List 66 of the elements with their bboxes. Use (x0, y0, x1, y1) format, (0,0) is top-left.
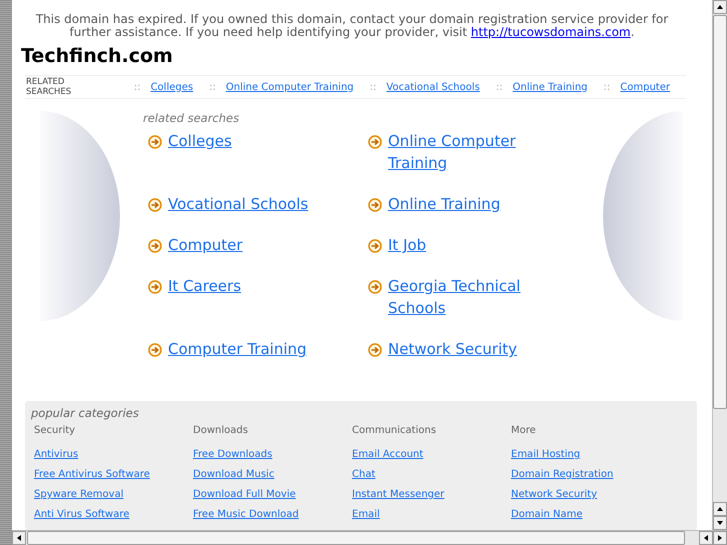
separator: :: (496, 82, 503, 92)
arrow-circle-icon (368, 280, 382, 294)
category-link[interactable]: Anti Virus Software (34, 505, 130, 525)
arrow-circle-icon (148, 239, 162, 253)
scroll-button[interactable] (713, 0, 727, 14)
search-link[interactable]: Online Training (388, 193, 500, 215)
category-link[interactable]: Download Full Movie (193, 485, 296, 505)
arrow-icon (15, 534, 23, 542)
separator: :: (604, 82, 610, 92)
section-heading: popular categories (31, 406, 140, 420)
arrow-circle-icon (148, 343, 162, 357)
related-link[interactable]: Online Computer Training (226, 82, 354, 92)
search-link[interactable]: Computer (168, 234, 243, 256)
search-link[interactable]: Colleges (168, 130, 232, 152)
bar-label: RELATED SEARCHES (26, 77, 72, 97)
category-link[interactable]: Network Security (511, 485, 597, 505)
category-title: Communications (352, 425, 436, 437)
category-link[interactable]: Free Downloads (193, 445, 272, 465)
scroll-thumb[interactable] (713, 15, 727, 409)
search-link[interactable]: Computer Training (168, 338, 307, 360)
category-link[interactable]: Free Antivirus Software (34, 465, 150, 485)
scroll-button[interactable] (713, 502, 727, 516)
search-link[interactable]: Georgia Technical Schools (388, 275, 563, 319)
separator: :: (134, 82, 141, 92)
vertical-scrollbar[interactable] (712, 0, 727, 530)
search-link[interactable]: Network Security (388, 338, 517, 360)
expiry-notice: This domain has expired. If you owned this domain, contact your domain registration service provider for further assistance. If you need help identifying your provider, visit http://tucowsdomains.com. (34, 13, 670, 39)
category-link[interactable]: Email Hosting (511, 445, 580, 465)
arrow-icon (716, 3, 724, 11)
category-link[interactable]: Domain Registration (511, 465, 614, 485)
arrow-circle-icon (148, 280, 162, 294)
search-link[interactable]: It Careers (168, 275, 242, 297)
search-link[interactable]: Online Computer Training (388, 130, 563, 174)
arrow-circle-icon (368, 135, 382, 149)
arrow-circle-icon (368, 198, 382, 212)
category-link[interactable]: Email Account (352, 445, 424, 465)
separator: :: (370, 82, 376, 92)
related-link[interactable]: Online Training (512, 82, 588, 92)
category-title: More (511, 425, 536, 437)
scroll-button[interactable] (12, 531, 26, 545)
related-link[interactable]: Vocational Schools (386, 82, 480, 92)
category-title: Downloads (193, 425, 248, 437)
category-link[interactable]: Domain Name (511, 505, 582, 525)
arrow-circle-icon (148, 198, 162, 212)
category-link[interactable]: Spyware Removal (34, 485, 124, 505)
search-link[interactable]: Vocational Schools (168, 193, 308, 215)
category-link[interactable]: Antivirus (34, 445, 78, 465)
category-link[interactable]: Free Music Download (193, 505, 299, 525)
category-link[interactable]: Download Music (193, 465, 274, 485)
section-heading: related searches (143, 111, 240, 125)
related-link[interactable]: Computer (620, 82, 670, 92)
category-link[interactable]: Instant Messenger (352, 485, 444, 505)
separator: :: (209, 82, 216, 92)
category-link[interactable]: Email (352, 505, 380, 525)
arrow-circle-icon (148, 135, 162, 149)
scroll-button[interactable] (713, 516, 727, 530)
scroll-button[interactable] (699, 531, 713, 545)
scroll-button[interactable] (713, 531, 727, 545)
arrow-circle-icon (368, 343, 382, 357)
category-title: Security (34, 425, 76, 437)
related-link[interactable]: Colleges (150, 82, 194, 92)
category-link[interactable]: Chat (352, 465, 376, 485)
site-title: Techfinch.com (21, 45, 173, 67)
tucows-link[interactable]: http://tucowsdomains.com (470, 25, 631, 39)
search-link[interactable]: It Job (388, 234, 426, 256)
arrow-circle-icon (368, 239, 382, 253)
